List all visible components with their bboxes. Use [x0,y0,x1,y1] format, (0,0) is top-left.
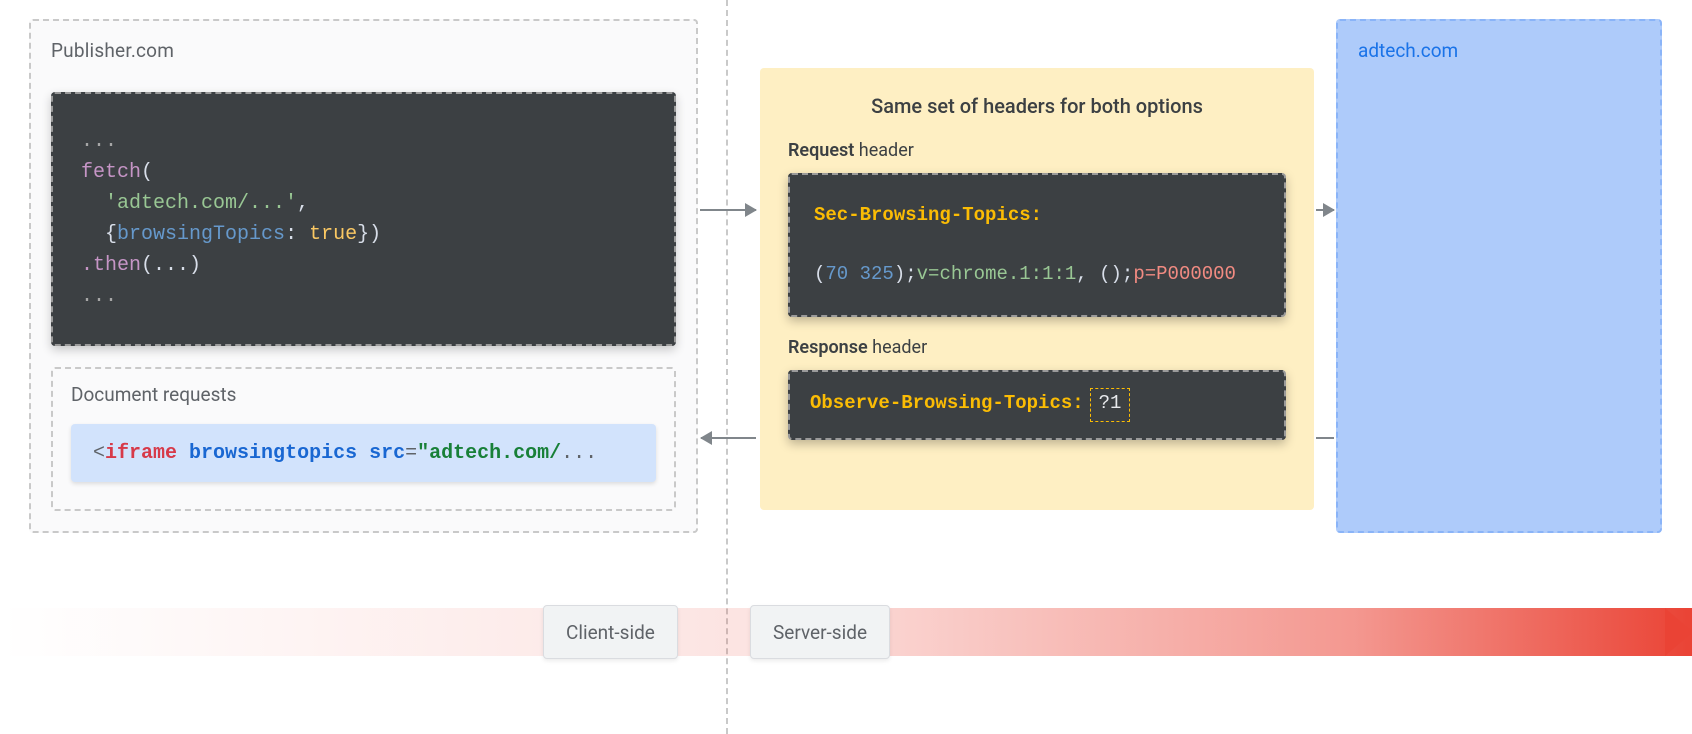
headers-panel-title: Same set of headers for both options [788,94,1286,118]
req-pval: P000000 [1156,263,1236,285]
request-header-block: Sec-Browsing-Topics: (70 325);v=chrome.1… [788,173,1286,317]
req-vchrome: chrome.1:1:1 [939,263,1076,285]
code-ellipsis-top: ... [81,130,117,153]
code-ellipsis-bot: ... [81,285,117,308]
code-arg-url: 'adtech.com/...' [105,192,297,215]
code-brace-open: { [105,223,117,246]
iframe-eq: = [405,442,417,465]
request-header-name: Sec-Browsing-Topics: [814,204,1042,226]
req-semi2: ; [1122,263,1133,285]
iframe-attr-src: src [369,442,405,465]
document-requests-panel: Document requests <iframe browsingtopics… [51,367,676,511]
req-paren3: ( [1099,263,1110,285]
req-peq: p= [1133,263,1156,285]
arrow-fetch-to-headers [700,209,756,211]
iframe-lt: < [93,442,105,465]
iframe-tagname: iframe [105,442,177,465]
req-paren2: ) [894,263,905,285]
publisher-label: Publisher.com [51,39,676,62]
publisher-panel: Publisher.com ... fetch( 'adtech.com/...… [29,19,698,533]
iframe-chip: <iframe browsingtopics src="adtech.com/.… [71,424,656,482]
req-semi1: ; [905,263,916,285]
code-opt-val: true [309,223,357,246]
code-opt-key: browsingTopics [117,223,285,246]
iframe-attr-browsingtopics: browsingtopics [189,442,357,465]
adtech-panel: adtech.com [1336,19,1662,533]
req-paren1: ( [814,263,825,285]
code-fn-fetch: fetch [81,161,141,184]
headers-panel: Same set of headers for both options Req… [760,68,1314,510]
code-paren-close: ) [369,223,381,246]
response-header-value: ?1 [1090,388,1131,421]
code-then: .then [81,254,141,277]
req-num1: 70 [825,263,848,285]
arrow-adtech-to-headers [1316,437,1334,439]
arrow-headers-to-adtech [1316,209,1334,211]
code-paren-open: ( [141,161,153,184]
req-space [848,263,859,285]
request-header-label: Request header [788,140,1286,161]
code-brace-close: } [357,223,369,246]
arrow-response-to-iframe [701,437,756,439]
iframe-val-text: adtech.com/ [429,442,561,465]
code-colon: : [285,223,309,246]
iframe-val-dots: ... [561,442,597,465]
fetch-code-block: ... fetch( 'adtech.com/...', {browsingTo… [51,92,676,346]
client-side-chip: Client-side [543,605,678,659]
response-header-name: Observe-Browsing-Topics: [810,392,1084,414]
req-veq: v= [917,263,940,285]
code-comma: , [297,192,309,215]
server-side-chip: Server-side [750,605,890,659]
req-num2: 325 [860,263,894,285]
req-comma: , [1076,263,1099,285]
code-then-args: (...) [141,254,201,277]
req-paren4: ) [1111,263,1122,285]
response-header-block: Observe-Browsing-Topics: ?1 [788,370,1286,439]
iframe-val-open: " [417,442,429,465]
document-requests-label: Document requests [71,383,656,406]
response-header-label: Response header [788,337,1286,358]
adtech-label: adtech.com [1358,39,1640,62]
